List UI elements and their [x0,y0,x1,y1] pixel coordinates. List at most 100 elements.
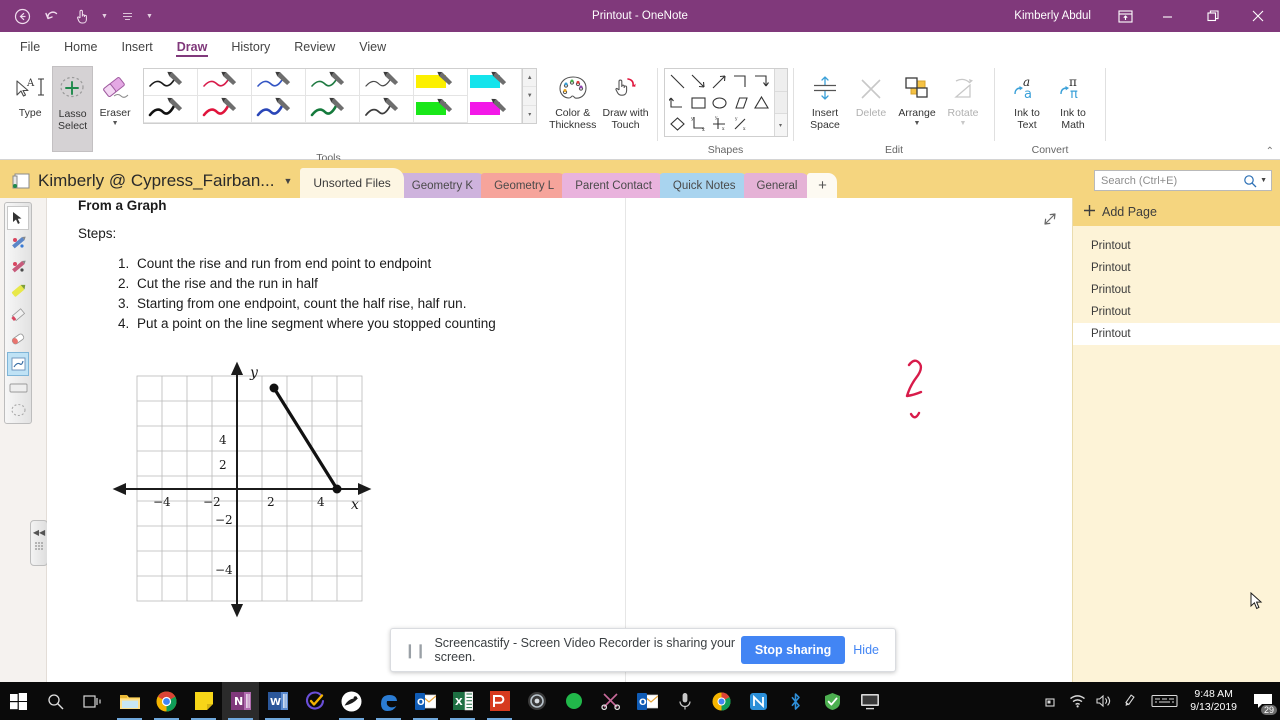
touch-mode-icon[interactable] [68,3,96,29]
pen-scroll-up-icon[interactable]: ▲ [523,69,537,88]
section-tab-general[interactable]: General [743,173,811,198]
marker-icon[interactable] [5,303,31,327]
undo-icon[interactable] [38,3,66,29]
axis-graph-icon[interactable]: yx [688,113,709,134]
section-tab-parent-contact[interactable]: Parent Contact [562,173,665,198]
google-chrome-icon[interactable] [148,682,185,720]
page-list-item-selected[interactable]: Printout [1073,323,1280,345]
section-tab-unsorted-files[interactable]: Unsorted Files [300,168,404,198]
arrange-dropdown-icon[interactable]: ▼ [914,120,921,128]
type-button[interactable]: A Type [10,66,50,120]
search-dropdown-icon[interactable]: ▼ [1257,177,1267,184]
customize-qat-icon[interactable] [113,3,141,29]
search-icon[interactable] [1243,174,1257,188]
pen-swatch[interactable] [198,69,253,96]
highlighter-swatch[interactable] [468,96,523,123]
pen-swatch[interactable] [306,96,361,123]
shapes-scroll-up-icon[interactable] [774,69,787,92]
eraser-tool-icon[interactable] [5,327,31,351]
collapse-ribbon-icon[interactable]: ⌃ [1266,146,1274,157]
pen-tray-icon[interactable] [1116,682,1142,720]
search-input[interactable] [1101,174,1244,187]
windows-start-icon[interactable] [0,682,37,720]
highlighter-swatch[interactable] [414,69,469,96]
task-view-icon[interactable] [74,682,111,720]
green-circle-app-icon[interactable] [555,682,592,720]
pen-scroll-down-icon[interactable]: ▼ [523,87,537,106]
back-arrow-icon[interactable] [8,3,36,29]
keyboard-tray-icon[interactable] [1142,682,1186,720]
taskbar-search-icon[interactable] [37,682,74,720]
pen-gallery-more-icon[interactable]: ▾ [523,105,537,123]
slope-axis-icon[interactable]: yx [730,113,751,134]
outlook-icon[interactable]: O [407,682,444,720]
parallelogram-icon[interactable] [730,92,751,113]
page-list-item[interactable]: Printout [1073,301,1280,323]
arrow-corner-down-icon[interactable] [751,71,772,92]
page-list-item[interactable]: Printout [1073,235,1280,257]
expand-diagonal-icon[interactable] [1042,211,1058,227]
draw-with-touch-button[interactable]: Draw with Touch [600,66,651,131]
page-list-item[interactable]: Printout [1073,257,1280,279]
tab-review[interactable]: Review [282,36,347,58]
ink-to-math-button[interactable]: π π Ink to Math [1050,66,1096,131]
close-icon[interactable] [1235,0,1280,32]
ink-annotation[interactable] [865,343,935,438]
pen-swatch[interactable] [306,69,361,96]
arrange-button[interactable]: Arrange ▼ [894,66,940,128]
todo-check-icon[interactable] [296,682,333,720]
highlighter-swatch[interactable] [414,96,469,123]
lasso-select-button[interactable]: Lasso Select [52,66,93,152]
restore-icon[interactable] [1190,0,1235,32]
tray-overflow-icon[interactable] [1038,682,1064,720]
notification-icon[interactable]: 29 [1246,682,1280,720]
pen-red-icon[interactable] [5,255,31,279]
display-app-icon[interactable] [851,682,888,720]
sticky-notes-icon[interactable] [185,682,222,720]
powerpoint-icon[interactable] [481,682,518,720]
pen-swatch[interactable] [198,96,253,123]
account-name[interactable]: Kimberly Abdul [1014,10,1105,22]
touch-mode-dropdown-icon[interactable]: ▼ [98,3,111,29]
mic-icon[interactable] [666,682,703,720]
hide-button[interactable]: Hide [853,643,895,657]
chrome-alt-icon[interactable] [703,682,740,720]
customize-qat-dropdown-icon[interactable]: ▼ [143,3,156,29]
settings-tool-icon[interactable] [5,399,31,421]
tab-view[interactable]: View [347,36,398,58]
eraser-dropdown-icon[interactable]: ▼ [112,120,119,128]
section-tab-geometry-k[interactable]: Geometry K [398,173,487,198]
page-list-item[interactable]: Printout [1073,279,1280,301]
stop-sharing-button[interactable]: Stop sharing [740,636,846,664]
bluetooth-icon[interactable] [777,682,814,720]
ribbon-display-options-icon[interactable] [1105,0,1145,32]
pen-swatch[interactable] [144,96,199,123]
arrow-up-right-icon[interactable] [709,71,730,92]
wifi-icon[interactable] [1064,682,1090,720]
word-icon[interactable]: W [259,682,296,720]
section-tab-geometry-l[interactable]: Geometry L [481,173,568,198]
minimize-icon[interactable] [1145,0,1190,32]
cursor-arrow-icon[interactable] [7,206,29,230]
zoom-icon[interactable] [518,682,555,720]
search-box[interactable]: ▼ [1094,170,1272,191]
insert-space-button[interactable]: Insert Space [802,66,848,131]
arrow-corner-right-icon[interactable] [667,92,688,113]
pen-blue-icon[interactable] [5,231,31,255]
shapes-scroll-thumb[interactable] [774,91,787,115]
nearpod-icon[interactable] [740,682,777,720]
pen-swatch[interactable] [360,69,415,96]
file-explorer-icon[interactable] [111,682,148,720]
pen-swatch[interactable] [360,96,415,123]
ink-note-icon[interactable] [7,352,29,376]
arrow-diagonal-icon[interactable] [688,71,709,92]
line-diagonal-icon[interactable] [667,71,688,92]
add-section-button[interactable]: + [807,173,838,198]
pause-grip-icon[interactable]: ❙❙ [391,642,434,659]
pen-swatch[interactable] [252,69,307,96]
shield-app-icon[interactable] [814,682,851,720]
scissors-app-icon[interactable] [592,682,629,720]
rectangle-icon[interactable] [688,92,709,113]
tab-draw[interactable]: Draw [165,36,220,58]
bracket-corner-icon[interactable] [730,71,751,92]
